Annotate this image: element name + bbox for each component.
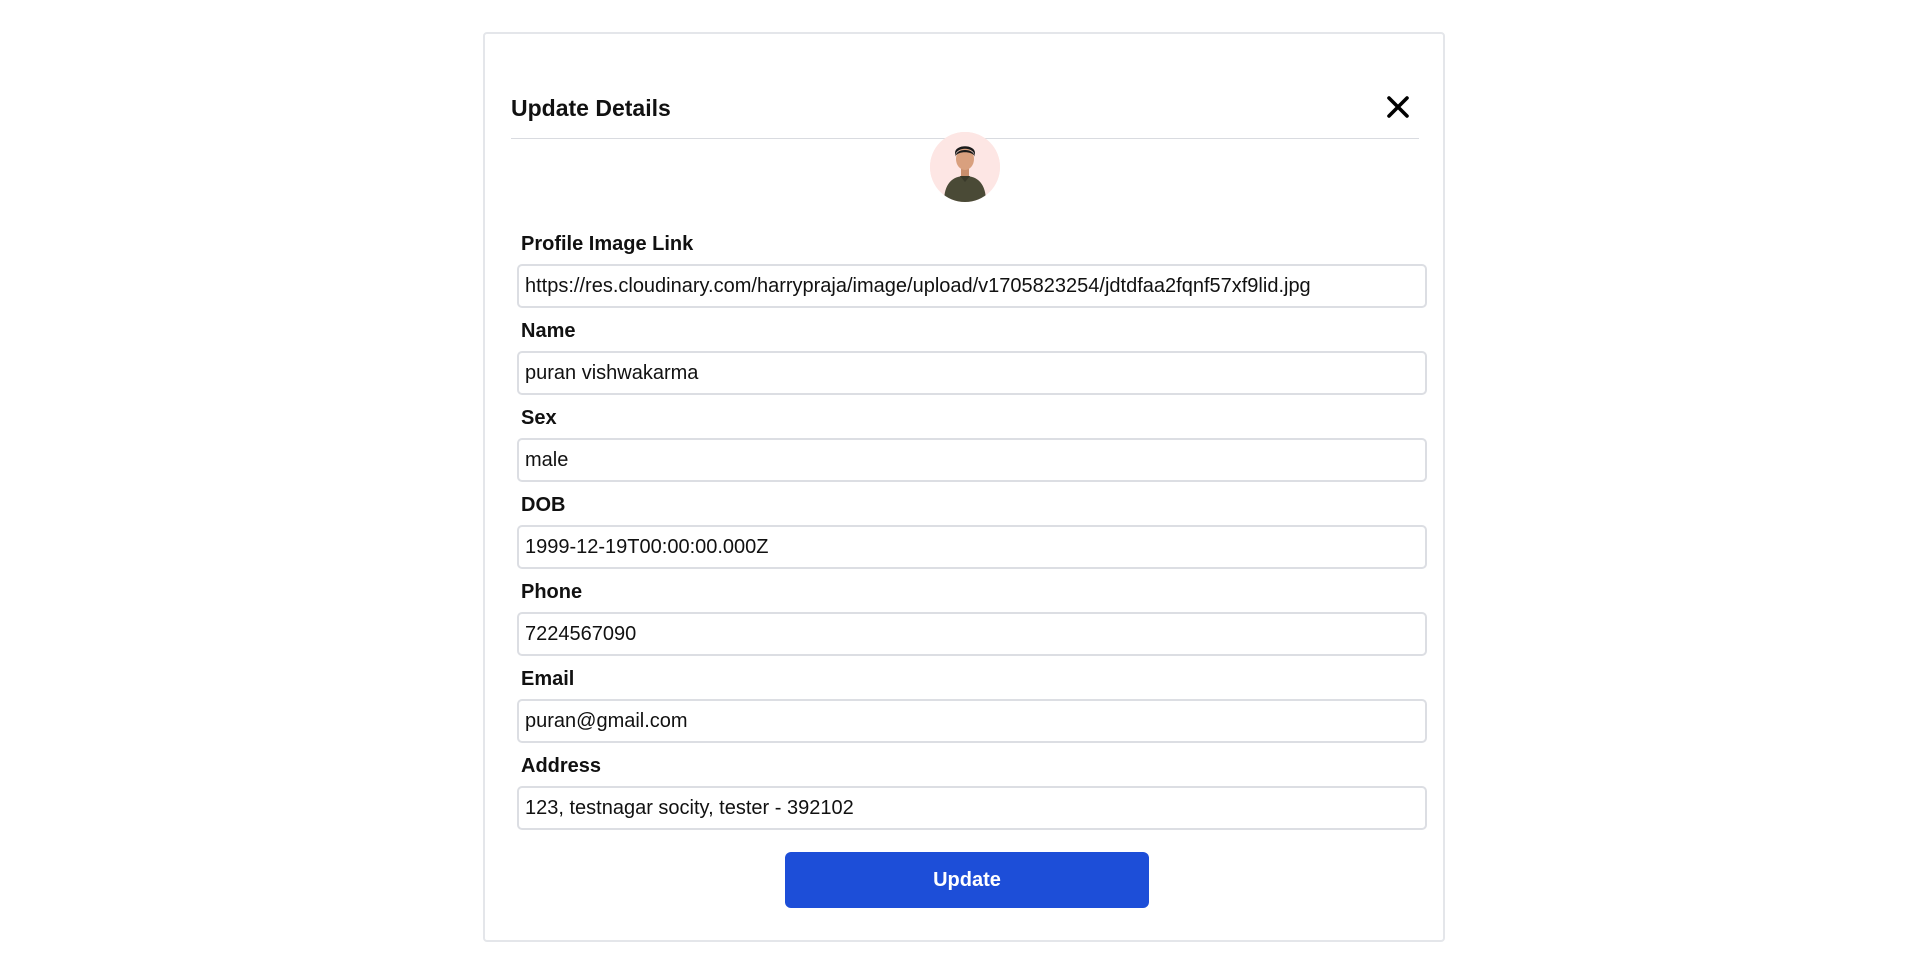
sex-input[interactable]: [517, 438, 1427, 482]
modal-title: Update Details: [511, 95, 671, 121]
name-input[interactable]: [517, 351, 1427, 395]
close-icon: [1387, 96, 1409, 118]
phone-input[interactable]: [517, 612, 1427, 656]
name-label: Name: [521, 320, 576, 342]
update-details-modal: Update Details Profile Image Link Name S…: [483, 32, 1445, 942]
profile-image-link-input[interactable]: [517, 264, 1427, 308]
close-button[interactable]: [1385, 94, 1411, 120]
email-label: Email: [521, 668, 575, 690]
dob-input[interactable]: [517, 525, 1427, 569]
sex-label: Sex: [521, 407, 557, 429]
address-label: Address: [521, 755, 602, 777]
email-input[interactable]: [517, 699, 1427, 743]
avatar: [930, 132, 1000, 202]
dob-label: DOB: [521, 494, 566, 516]
address-input[interactable]: [517, 786, 1427, 830]
modal-header: Update Details: [511, 58, 1419, 139]
phone-label: Phone: [521, 581, 583, 603]
update-button[interactable]: Update: [785, 852, 1149, 908]
person-avatar-icon: [930, 132, 1000, 202]
profile-image-link-label: Profile Image Link: [521, 233, 694, 255]
